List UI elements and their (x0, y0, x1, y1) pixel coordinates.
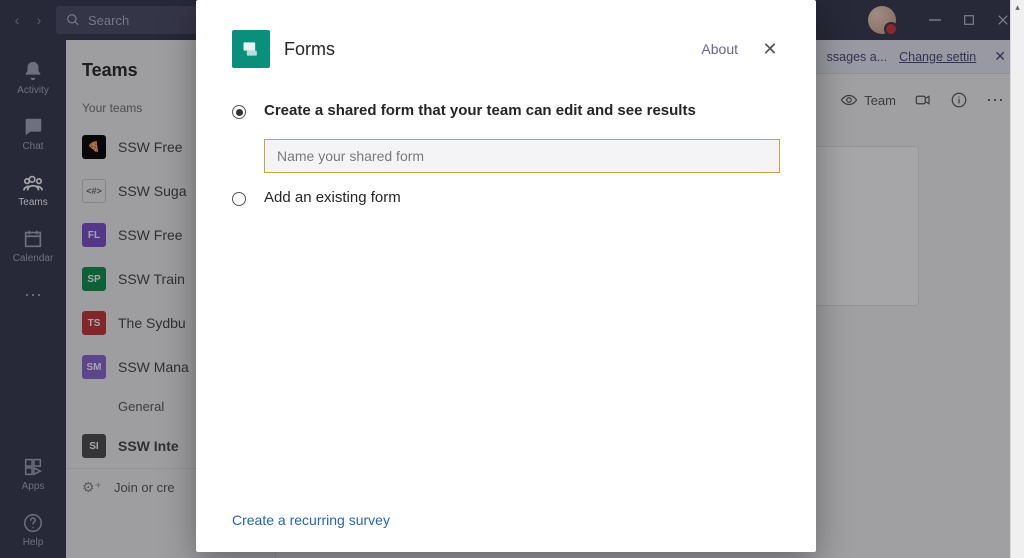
about-link[interactable]: About (701, 41, 738, 57)
recurring-survey-link[interactable]: Create a recurring survey (232, 512, 390, 528)
scroll-up-icon[interactable]: ▴ (1011, 0, 1024, 14)
radio-existing[interactable] (232, 192, 246, 206)
forms-modal: Forms About ✕ Create a shared form that … (196, 0, 816, 552)
option-add-existing[interactable]: Add an existing form (232, 189, 780, 206)
radio-create[interactable] (232, 105, 246, 119)
modal-footer: Create a recurring survey (232, 512, 780, 530)
close-icon[interactable]: ✕ (760, 39, 780, 60)
forms-logo-icon (232, 30, 270, 68)
option-create-label: Create a shared form that your team can … (264, 102, 696, 119)
option-create-shared[interactable]: Create a shared form that your team can … (232, 102, 780, 119)
option-existing-label: Add an existing form (264, 189, 401, 206)
form-name-input[interactable] (264, 139, 780, 173)
app-window: ‹ › Search Activity (0, 0, 1024, 558)
modal-title: Forms (284, 39, 335, 60)
browser-scrollbar[interactable]: ▴ (1010, 0, 1024, 558)
modal-header: Forms About ✕ (232, 30, 780, 68)
